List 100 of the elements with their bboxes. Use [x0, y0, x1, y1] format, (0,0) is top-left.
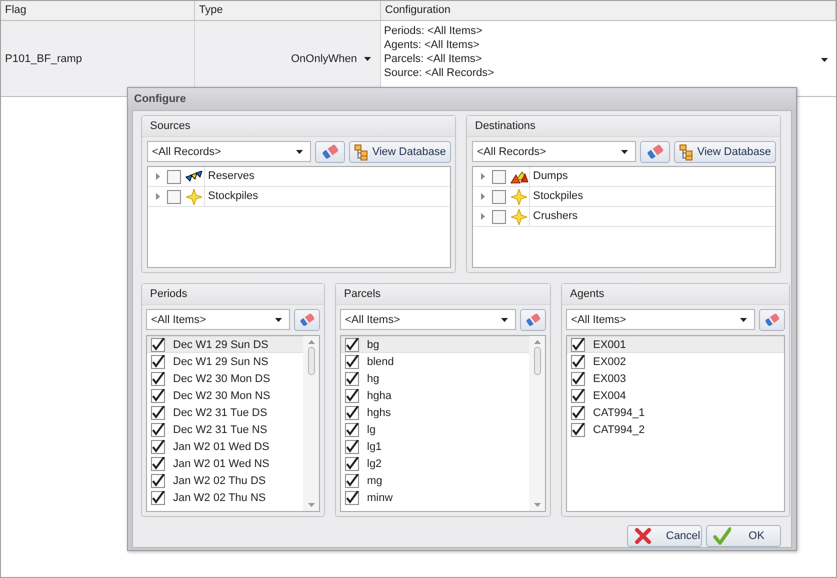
- list-item[interactable]: Dec W1 29 Sun NS: [173, 356, 268, 368]
- checkbox[interactable]: [151, 354, 165, 368]
- list-item[interactable]: Dec W2 31 Tue DS: [173, 406, 268, 418]
- star-icon: [186, 188, 202, 204]
- checkbox[interactable]: [167, 190, 181, 204]
- piles-icon: [510, 170, 528, 184]
- checkmark-icon: [713, 527, 731, 545]
- clear-button[interactable]: [294, 309, 320, 331]
- list-item[interactable]: blend: [367, 356, 394, 368]
- checkbox[interactable]: [345, 338, 359, 352]
- group-title: Sources: [142, 116, 455, 137]
- list-item[interactable]: EX004: [593, 390, 626, 402]
- list-item[interactable]: Dec W2 30 Mon DS: [173, 372, 270, 384]
- list-item[interactable]: Jan W2 02 Thu NS: [173, 492, 266, 504]
- checkbox[interactable]: [151, 456, 165, 470]
- column-header[interactable]: Flag: [1, 1, 195, 21]
- checkbox[interactable]: [151, 372, 165, 386]
- tree-item[interactable]: Stockpiles: [529, 187, 775, 206]
- checkbox[interactable]: [571, 372, 585, 386]
- column-header[interactable]: Configuration: [381, 1, 836, 21]
- checkbox[interactable]: [345, 474, 359, 488]
- checkbox[interactable]: [492, 170, 506, 184]
- checkbox[interactable]: [151, 422, 165, 436]
- clear-button[interactable]: [520, 309, 546, 331]
- checkbox[interactable]: [492, 190, 506, 204]
- list-item[interactable]: mg: [367, 474, 382, 486]
- list-item[interactable]: minw: [367, 492, 393, 504]
- tree-item[interactable]: Reserves: [204, 167, 450, 186]
- scroll-thumb[interactable]: [308, 347, 314, 375]
- filter-dropdown[interactable]: <All Items>: [566, 309, 755, 330]
- column-header[interactable]: Type: [195, 1, 381, 21]
- scroll-down-icon: [534, 503, 540, 507]
- eraser-icon: [525, 311, 541, 329]
- list-item[interactable]: Dec W2 30 Mon NS: [173, 390, 270, 402]
- filter-dropdown[interactable]: <All Items>: [340, 309, 516, 330]
- checkbox[interactable]: [492, 210, 506, 224]
- tree-item[interactable]: Crushers: [529, 207, 775, 226]
- checkbox[interactable]: [151, 474, 165, 488]
- tree-item[interactable]: Dumps: [529, 167, 775, 186]
- list-item[interactable]: CAT994_2: [593, 424, 645, 436]
- checkbox[interactable]: [345, 388, 359, 402]
- list-item[interactable]: CAT994_1: [593, 406, 645, 418]
- list-item[interactable]: Dec W2 31 Tue NS: [173, 424, 268, 436]
- scrollbar[interactable]: [303, 336, 319, 511]
- expand-icon[interactable]: [156, 193, 160, 200]
- config-line: Parcels: <All Items>: [384, 52, 483, 66]
- list-item[interactable]: EX002: [593, 356, 626, 368]
- checkbox[interactable]: [345, 456, 359, 470]
- group-title: Parcels: [336, 284, 550, 305]
- scroll-thumb[interactable]: [534, 347, 540, 375]
- list-item[interactable]: hg: [367, 372, 380, 384]
- filter-dropdown[interactable]: <All Records>: [147, 141, 312, 162]
- list-item[interactable]: EX003: [593, 372, 626, 384]
- filter-dropdown[interactable]: <All Records>: [472, 141, 636, 162]
- filter-dropdown[interactable]: <All Items>: [146, 309, 290, 330]
- list-item[interactable]: hgha: [367, 390, 392, 402]
- checkbox[interactable]: [151, 338, 165, 352]
- checkbox[interactable]: [345, 490, 359, 504]
- checkbox[interactable]: [151, 440, 165, 454]
- group-title: Agents: [562, 284, 789, 305]
- type-dropdown[interactable]: OnOnlyWhen: [290, 52, 372, 64]
- ok-button[interactable]: OK: [706, 525, 781, 547]
- list-item[interactable]: Jan W2 02 Thu DS: [173, 474, 266, 486]
- checkbox[interactable]: [345, 372, 359, 386]
- checkbox[interactable]: [345, 422, 359, 436]
- list-item[interactable]: lg: [367, 424, 376, 436]
- list-item[interactable]: lg2: [367, 458, 382, 470]
- list-item[interactable]: EX001: [593, 338, 626, 350]
- list-item[interactable]: hghs: [367, 406, 391, 418]
- checkbox[interactable]: [571, 354, 585, 368]
- cancel-button[interactable]: Cancel: [627, 525, 702, 547]
- list-item[interactable]: Jan W2 01 Wed DS: [173, 440, 270, 452]
- list-item[interactable]: bg: [367, 338, 380, 350]
- clear-button[interactable]: [315, 141, 346, 163]
- clear-button[interactable]: [640, 141, 670, 163]
- scroll-up-icon: [308, 340, 314, 344]
- checkbox[interactable]: [151, 490, 165, 504]
- view-database-button[interactable]: View Database: [349, 141, 451, 163]
- checkbox[interactable]: [345, 440, 359, 454]
- checkbox[interactable]: [151, 406, 165, 420]
- list-item[interactable]: lg1: [367, 440, 382, 452]
- list-item[interactable]: Jan W2 01 Wed NS: [173, 458, 270, 470]
- star-icon: [511, 188, 527, 204]
- checkbox[interactable]: [571, 338, 585, 352]
- checkbox[interactable]: [167, 170, 181, 184]
- expand-icon[interactable]: [481, 193, 485, 200]
- clear-button[interactable]: [759, 309, 785, 331]
- checkbox[interactable]: [151, 388, 165, 402]
- expand-icon[interactable]: [481, 173, 485, 180]
- checkbox[interactable]: [571, 388, 585, 402]
- checkbox[interactable]: [345, 406, 359, 420]
- checkbox[interactable]: [571, 422, 585, 436]
- view-database-button[interactable]: View Database: [674, 141, 776, 163]
- expand-icon[interactable]: [481, 213, 485, 220]
- expand-icon[interactable]: [156, 173, 160, 180]
- scroll-up-icon: [534, 340, 540, 344]
- tree-item[interactable]: Stockpiles: [204, 187, 450, 206]
- checkbox[interactable]: [345, 354, 359, 368]
- scrollbar[interactable]: [529, 336, 545, 511]
- checkbox[interactable]: [571, 406, 585, 420]
